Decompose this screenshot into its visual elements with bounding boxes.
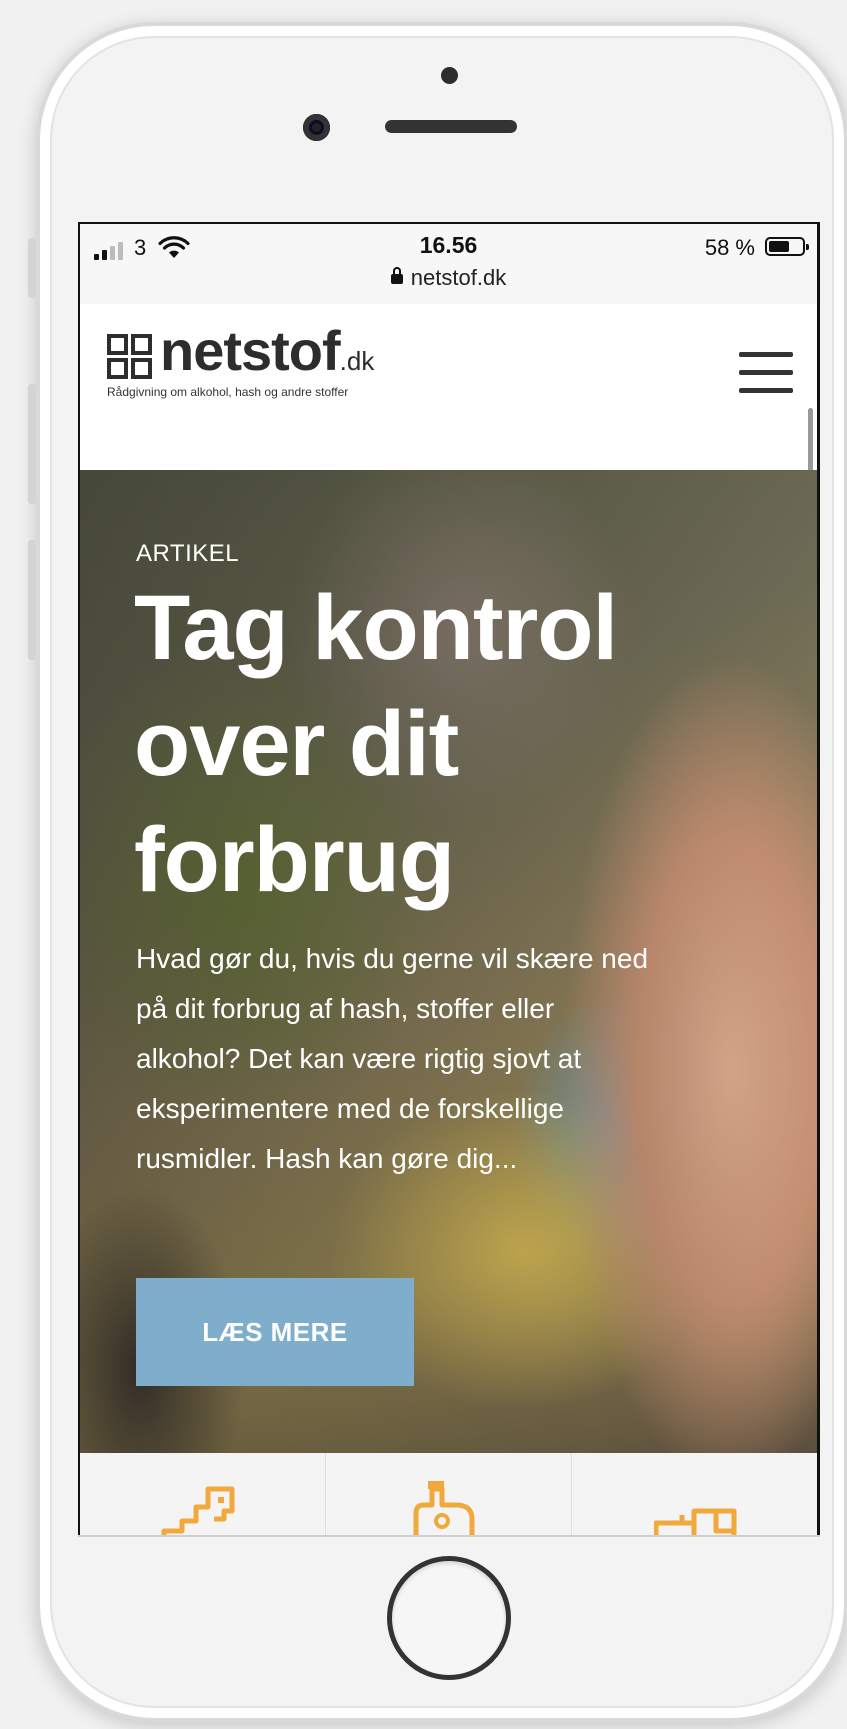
home-button[interactable] (387, 1556, 511, 1680)
volume-up-button (28, 384, 36, 504)
logo-suffix: .dk (339, 346, 375, 376)
logo-tagline: Rådgivning om alkohol, hash og andre sto… (107, 385, 349, 399)
mute-switch (28, 238, 36, 298)
status-bar: 3 16.56 58 % netstof.dk (80, 224, 817, 305)
site-header: netstof.dk Rådgivning om alkohol, hash o… (80, 304, 817, 690)
category-tile-2[interactable] (326, 1453, 572, 1535)
logo-name: netstof (160, 319, 341, 382)
logo-wordmark[interactable]: netstof.dk (160, 318, 374, 383)
url-text: netstof.dk (410, 265, 507, 290)
battery-icon (765, 237, 809, 256)
read-more-button[interactable]: LÆS MERE (136, 1278, 414, 1386)
phone-screen: 3 16.56 58 % netstof.dk netstof.dk Rådgi… (78, 222, 820, 1535)
screen-bottom-edge (78, 1535, 820, 1537)
hero-banner: ARTIKEL Tag kontrol over dit forbrug Hva… (80, 470, 817, 1453)
battery-percentage: 58 % (704, 235, 755, 260)
category-tiles (80, 1453, 817, 1535)
head-profile-icon (161, 1486, 235, 1535)
boxes-icon (654, 1508, 737, 1535)
front-camera (303, 114, 330, 141)
volume-down-button (28, 540, 36, 660)
lock-icon (390, 267, 403, 284)
logo-icon[interactable] (107, 334, 155, 382)
article-title[interactable]: Tag kontrol over dit forbrug (134, 570, 694, 918)
article-kicker: ARTIKEL (136, 540, 240, 567)
category-tile-1[interactable] (80, 1453, 326, 1535)
url-bar[interactable]: netstof.dk (80, 265, 817, 291)
menu-icon[interactable] (739, 352, 793, 394)
proximity-sensor (441, 67, 458, 84)
earpiece-speaker (385, 120, 517, 133)
person-with-bottle-icon (413, 1481, 475, 1535)
article-excerpt: Hvad gør du, hvis du gerne vil skære ned… (136, 943, 649, 1174)
category-tile-3[interactable] (572, 1453, 817, 1535)
